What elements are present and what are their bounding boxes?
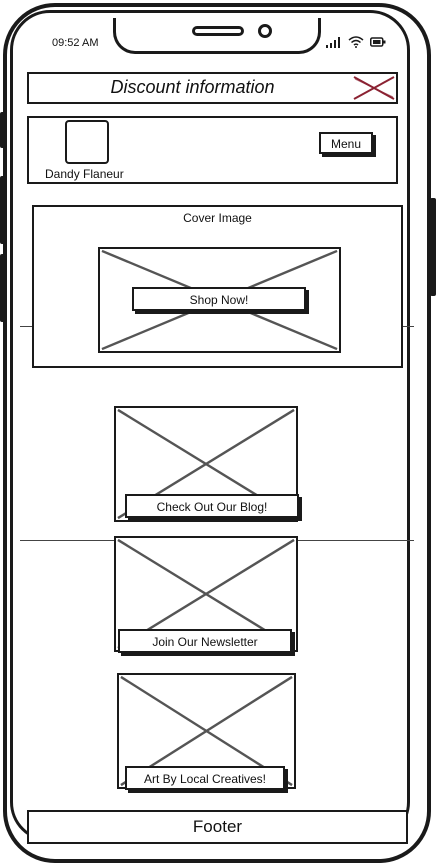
footer-text: Footer xyxy=(192,817,243,836)
phone-notch xyxy=(113,18,321,54)
discount-banner: Discount information xyxy=(27,72,398,104)
newsletter-button[interactable]: Join Our Newsletter xyxy=(118,629,292,653)
mute-switch xyxy=(0,112,6,148)
power-button xyxy=(430,198,436,296)
art-button[interactable]: Art By Local Creatives! xyxy=(125,766,285,790)
shop-now-button[interactable]: Shop Now! xyxy=(132,287,306,311)
battery-icon xyxy=(370,37,386,47)
logo-placeholder[interactable] xyxy=(65,120,109,164)
cover-label: Cover Image xyxy=(183,211,252,225)
volume-down-button xyxy=(0,254,6,322)
close-icon[interactable] xyxy=(352,74,396,102)
menu-button[interactable]: Menu xyxy=(319,132,373,154)
front-camera xyxy=(258,24,272,38)
blog-button[interactable]: Check Out Our Blog! xyxy=(125,494,299,518)
status-time: 09:52 AM xyxy=(52,37,99,49)
speaker-grille xyxy=(192,26,244,36)
signal-icon xyxy=(326,36,340,48)
site-header: Dandy Flaneur Menu xyxy=(27,116,398,184)
cover-section: Cover Image Shop Now! xyxy=(32,205,403,368)
discount-text: Discount information xyxy=(110,77,275,97)
brand-name[interactable]: Dandy Flaneur xyxy=(45,167,124,181)
status-icons xyxy=(326,36,386,48)
wifi-icon xyxy=(348,36,364,48)
site-footer: Footer xyxy=(27,810,408,844)
volume-up-button xyxy=(0,176,6,244)
